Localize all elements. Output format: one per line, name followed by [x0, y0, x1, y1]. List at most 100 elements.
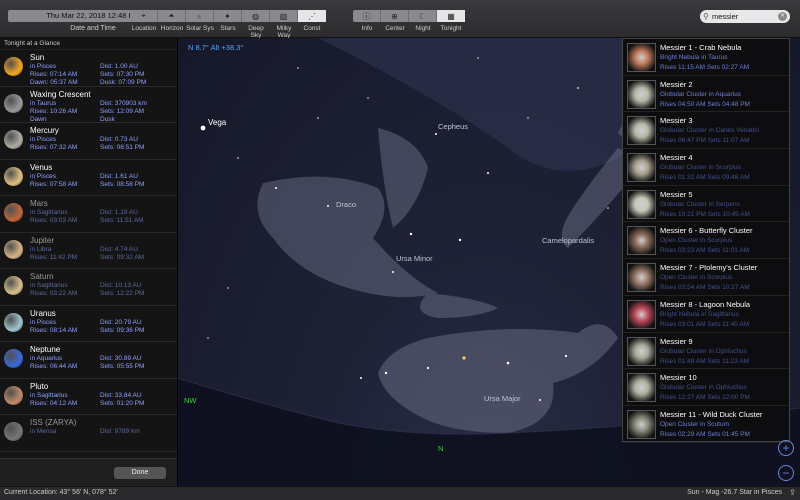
object-rise-set: Rises 01:32 AM Sets 09:48 AM — [660, 174, 750, 182]
object-thumbnail — [627, 43, 656, 72]
body-dawn: Dawn — [30, 115, 47, 123]
body-constellation: in Libra — [30, 245, 52, 253]
body-thumbnail — [4, 57, 23, 76]
object-thumbnail — [627, 226, 656, 256]
object-rise-set: Rises 03:01 AM Sets 11:40 AM — [660, 320, 750, 328]
target-icon[interactable]: ⊕ — [381, 10, 409, 22]
tonight-icon[interactable]: ▦ — [437, 10, 465, 22]
search-result-item[interactable]: Messier 2 Globular Cluster in Aquarius Ris… — [623, 76, 789, 113]
body-thumbnail — [4, 166, 23, 186]
zoom-in-button[interactable]: + — [778, 440, 794, 456]
body-name: Jupiter — [30, 235, 55, 245]
body-constellation: in Mensa — [30, 428, 57, 435]
body-name: Pluto — [30, 381, 49, 391]
tonight-item[interactable]: Uranus in Pisces Rises: 08:14 AM Dist: 20.7… — [0, 306, 177, 342]
object-rise-set: Rises 01:48 AM Sets 11:23 AM — [660, 357, 750, 365]
body-distance: Dist: 33.84 AU — [100, 391, 142, 399]
body-sets: Sets: 01:20 PM — [100, 399, 145, 407]
search-result-item[interactable]: Messier 3 Globular Cluster in Canes Venat… — [623, 112, 789, 150]
galaxy-icon[interactable]: ◍ — [242, 10, 270, 22]
tonight-item[interactable]: ISS (ZARYA) in Mensa Dist: 9789 km — [0, 415, 177, 452]
body-distance: Dist: 370903 km — [100, 99, 147, 107]
search-result-item[interactable]: Messier 1 - Crab Nebula Bright Nebula in … — [623, 39, 789, 76]
constellation-label-ursa-major[interactable]: Ursa Major — [484, 394, 521, 403]
status-bar: Current Location: 43° 56' N, 078° 52' Su… — [0, 486, 800, 500]
body-sets: Sets: 12:22 PM — [100, 290, 145, 297]
search-result-item[interactable]: Messier 8 - Lagoon Nebula Bright Nebula i… — [623, 296, 789, 333]
action-label-tonight: Tonight — [440, 25, 462, 32]
constellation-label-draco[interactable]: Draco — [336, 200, 356, 209]
body-distance: Dist: 1.00 AU — [100, 63, 138, 70]
moon-icon[interactable]: ☾ — [409, 10, 437, 22]
star-label-vega[interactable]: Vega — [208, 118, 226, 127]
object-type: Globular Cluster in Ophiuchus — [660, 347, 747, 355]
search-result-item[interactable]: Messier 6 - Butterfly Cluster Open Cluste… — [623, 222, 789, 260]
object-type: Open Cluster in Scutum — [660, 420, 730, 428]
share-icon[interactable]: ⇪ — [789, 488, 796, 497]
horizon-icon[interactable]: ⏶ — [158, 10, 186, 22]
search-icon: ⚲ — [703, 12, 709, 21]
constellation-label-ursa-minor[interactable]: Ursa Minor — [396, 254, 433, 263]
location-pin-icon[interactable]: ⌖ — [130, 10, 158, 22]
object-name: Messier 8 - Lagoon Nebula — [660, 299, 751, 309]
search-result-item[interactable]: Messier 9 Globular Cluster in Ophiuchus Ri… — [623, 333, 789, 370]
object-type: Globular Cluster in Aquarius — [660, 90, 741, 98]
object-name: Messier 5 — [660, 189, 693, 199]
milky-way-icon[interactable]: ▨ — [270, 10, 298, 22]
body-constellation: in Pisces — [30, 136, 57, 143]
body-name: Uranus — [30, 308, 56, 318]
body-name: Sun — [30, 53, 45, 62]
toolbar: Thu Mar 22, 2018 12:48 PM Date and Time … — [0, 0, 800, 39]
view-label-solar-sys: Solar Sys — [186, 25, 214, 32]
body-thumbnail — [4, 93, 23, 113]
tonight-item[interactable]: Waxing Crescent in Taurus Rises: 10:26 AM D… — [0, 87, 177, 123]
body-distance: Dist: 1.19 AU — [100, 209, 138, 216]
object-rise-set: Rises 02:29 AM Sets 01:45 PM — [660, 430, 750, 438]
object-name: Messier 4 — [660, 153, 693, 163]
tonight-panel: Tonight at a Glance Sun in Pisces Rises: 0… — [0, 38, 178, 486]
body-sets: Sets: 12:09 AM — [100, 107, 145, 115]
search-results-panel: Messier 1 - Crab Nebula Bright Nebula in … — [622, 38, 790, 443]
constellation-label-camelopardalis[interactable]: Camelopardalis — [542, 236, 594, 245]
object-thumbnail — [627, 79, 656, 109]
body-name: Mars — [30, 199, 48, 208]
done-button[interactable]: Done — [114, 467, 166, 479]
view-label-milky-way: Milky Way — [276, 25, 292, 39]
search-result-item[interactable]: Messier 4 Globular Cluster in Scorpius Ris… — [623, 149, 789, 186]
tonight-item[interactable]: Jupiter in Libra Rises: 11:42 PM Dist: 4.74… — [0, 233, 177, 269]
stars-icon[interactable]: ✦ — [214, 10, 242, 22]
constellation-icon[interactable]: ⋰ — [298, 10, 326, 22]
search-result-item[interactable]: Messier 10 Globular Cluster in Ophiuchus R… — [623, 369, 789, 406]
saturn-icon[interactable]: ♄ — [186, 10, 214, 22]
constellation-label-cepheus[interactable]: Cepheus — [438, 122, 468, 131]
search-result-item[interactable]: Messier 5 Globular Cluster in Serpens Rise… — [623, 186, 789, 223]
object-rise-set: Rises 04:50 AM Sets 04:48 PM — [660, 100, 750, 108]
body-rises: Rises: 03:03 AM — [30, 217, 78, 224]
info-icon[interactable]: ⓘ — [353, 10, 381, 22]
body-name: Mercury — [30, 126, 59, 135]
tonight-item[interactable]: Saturn in Sagittarius Rises: 03:22 AM Dist:… — [0, 269, 177, 306]
search-result-item[interactable]: Messier 11 - Wild Duck Cluster Open Clust… — [623, 406, 789, 443]
object-name: Messier 9 — [660, 336, 693, 346]
clear-search-icon[interactable]: ✕ — [778, 12, 787, 21]
body-distance: Dist: 1.61 AU — [100, 172, 138, 180]
tonight-item[interactable]: Pluto in Sagittarius Rises: 04:12 AM Dist: … — [0, 379, 177, 415]
search-input[interactable]: ⚲ messier ✕ — [700, 10, 790, 23]
current-location-text: Current Location: 43° 56' N, 078° 52' — [4, 489, 118, 496]
view-label-const: Const — [303, 25, 321, 32]
tonight-item[interactable]: Neptune in Aquarius Rises: 06:44 AM Dist: 3… — [0, 342, 177, 379]
zoom-out-button[interactable]: − — [778, 465, 794, 481]
search-result-item[interactable]: Messier 7 - Ptolemy's Cluster Open Cluste… — [623, 259, 789, 296]
body-distance: Dist: 30.89 AU — [100, 355, 142, 362]
view-label-stars: Stars — [220, 25, 236, 32]
view-label-horizon: Horizon — [160, 25, 184, 32]
object-type: Bright Nebula in Sagittarius — [660, 310, 739, 318]
object-rise-set: Rises 06:47 PM Sets 11:07 AM — [660, 137, 750, 145]
tonight-item[interactable]: Mars in Sagittarius Rises: 03:03 AM Dist: 1… — [0, 196, 177, 233]
tonight-item[interactable]: Mercury in Pisces Rises: 07:32 AM Dist: 0.7… — [0, 123, 177, 160]
tonight-item[interactable]: Venus in Pisces Rises: 07:58 AM Dist: 1.61 … — [0, 160, 177, 196]
object-thumbnail — [627, 299, 656, 329]
body-rises: Rises: 08:14 AM — [30, 326, 78, 334]
tonight-item[interactable]: Sun in Pisces Rises: 07:14 AM Dawn: 05:37 A… — [0, 50, 177, 87]
body-name: Neptune — [30, 345, 61, 354]
